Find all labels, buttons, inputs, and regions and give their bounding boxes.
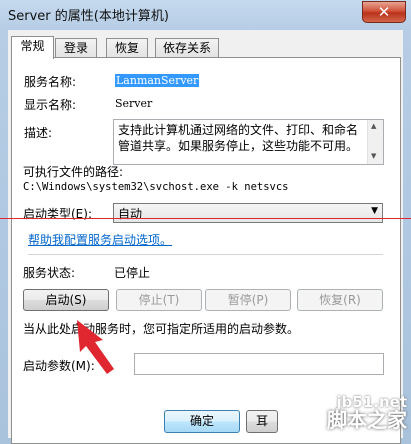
properties-window: Server 的属性(本地计算机) ✕ 常规 登录 恢复 依存关系 服务名称: … xyxy=(0,0,411,444)
annotation-arrow-icon xyxy=(77,320,114,374)
tab-general-label: 常规 xyxy=(20,39,45,53)
tab-general[interactable]: 常规 xyxy=(11,36,54,59)
watermark-line2: 脚本之家 xyxy=(327,408,407,432)
red-arrow xyxy=(77,320,114,374)
watermark: jb51.net 脚本之家 xyxy=(327,395,407,432)
